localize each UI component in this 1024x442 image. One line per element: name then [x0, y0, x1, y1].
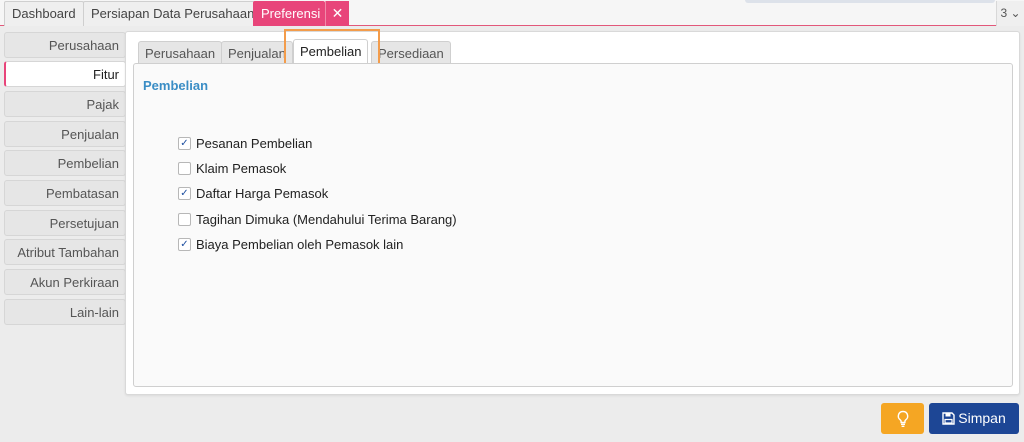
option-biaya-pembelian-pemasok-lain[interactable]: ✓ Biaya Pembelian oleh Pemasok lain: [178, 237, 403, 255]
option-klaim-pemasok[interactable]: Klaim Pemasok: [178, 161, 286, 179]
sidebar-item-persetujuan[interactable]: Persetujuan: [4, 210, 126, 236]
sidebar-item-fitur[interactable]: Fitur: [4, 61, 126, 87]
sidebar-item-perusahaan[interactable]: Perusahaan: [4, 32, 126, 58]
option-pesanan-pembelian[interactable]: ✓ Pesanan Pembelian: [178, 136, 312, 154]
option-daftar-harga-pemasok[interactable]: ✓ Daftar Harga Pemasok: [178, 186, 328, 204]
checkbox[interactable]: [178, 213, 191, 227]
sidebar-item-atribut-tambahan[interactable]: Atribut Tambahan: [4, 239, 126, 265]
option-label: Tagihan Dimuka (Mendahului Terima Barang…: [196, 212, 457, 227]
idea-button[interactable]: [881, 403, 924, 434]
subtab-perusahaan[interactable]: Perusahaan: [138, 41, 223, 65]
sidebar-item-akun-perkiraan[interactable]: Akun Perkiraan: [4, 269, 126, 295]
save-button[interactable]: Simpan: [929, 403, 1019, 434]
option-label: Klaim Pemasok: [196, 161, 287, 176]
pembelian-content: Pembelian ✓ Pesanan Pembelian Klaim Pemas…: [133, 63, 1013, 387]
option-label: Pesanan Pembelian: [196, 136, 313, 151]
top-tab-bar: Dashboard Persiapan Data Perusahaan Pref…: [0, 0, 1024, 26]
subtab-persediaan[interactable]: Persediaan: [371, 41, 451, 65]
option-tagihan-dimuka[interactable]: Tagihan Dimuka (Mendahului Terima Barang…: [178, 212, 457, 230]
subtab-penjualan[interactable]: Penjualan: [221, 41, 293, 65]
save-button-label: Simpan: [958, 410, 1006, 426]
sidebar-item-pajak[interactable]: Pajak: [4, 91, 126, 117]
option-label: Biaya Pembelian oleh Pemasok lain: [196, 237, 404, 252]
tab-counter-dropdown[interactable]: 3 ⌄: [996, 1, 1024, 26]
section-title: Pembelian: [143, 78, 209, 93]
top-strip-decoration: [745, 0, 995, 3]
sidebar-item-lain-lain[interactable]: Lain-lain: [4, 299, 126, 325]
subtab-pembelian[interactable]: Pembelian: [293, 39, 369, 66]
checkbox[interactable]: ✓: [178, 238, 191, 252]
checkbox[interactable]: [178, 162, 191, 176]
option-label: Daftar Harga Pemasok: [196, 186, 329, 201]
floppy-disk-icon: [942, 412, 955, 425]
tab-dashboard[interactable]: Dashboard: [4, 1, 84, 26]
preferences-panel: Perusahaan Penjualan Pembelian Persediaa…: [125, 29, 1020, 395]
sidebar-item-pembatasan[interactable]: Pembatasan: [4, 180, 126, 206]
close-icon[interactable]: ✕: [325, 1, 349, 26]
checkbox[interactable]: ✓: [178, 137, 191, 151]
checkbox[interactable]: ✓: [178, 187, 191, 201]
sidebar-item-penjualan[interactable]: Penjualan: [4, 121, 126, 147]
sidebar-item-pembelian[interactable]: Pembelian: [4, 150, 126, 176]
lightbulb-icon: [897, 410, 908, 427]
tab-persiapan-data-perusahaan[interactable]: Persiapan Data Perusahaan: [83, 1, 263, 26]
tab-preferensi[interactable]: Preferensi: [253, 1, 325, 26]
